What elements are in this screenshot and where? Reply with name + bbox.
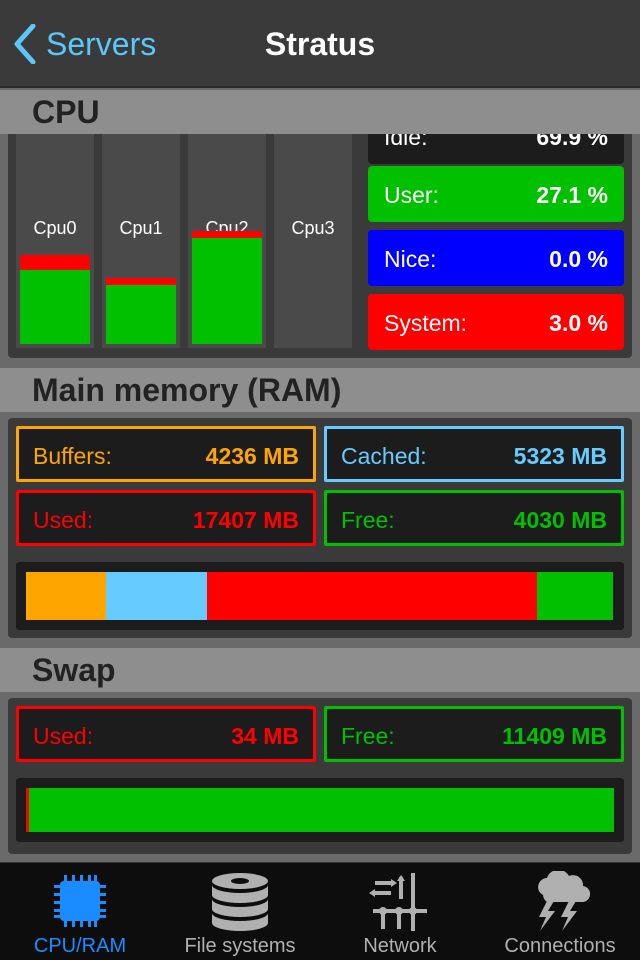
disk-stack-icon [212,873,268,931]
cpu-core-column: Cpu3 [274,132,352,348]
swap-bar-free [29,788,614,832]
free-stat: Free: 4030 MB [324,490,624,546]
cached-label: Cached: [341,443,427,469]
memory-bar-used [207,572,537,620]
tab-network[interactable]: Network [320,863,480,960]
system-stat: System: 3.0 % [368,294,624,350]
nice-value: 0.0 % [549,246,608,272]
tab-label: File systems [184,935,296,957]
system-value: 3.0 % [549,310,608,336]
free-value: 4030 MB [513,507,607,533]
cpu-core-label: Cpu3 [291,218,335,238]
cpu-core-bar-system [106,278,176,285]
free-label: Free: [341,507,395,533]
tab-label: Network [363,935,437,957]
system-label: System: [384,310,468,336]
swap-used-stat: Used: 34 MB [16,706,316,762]
cpu-panel: Cpu0 Cpu1 Cpu2 Cpu3 Idle: 69.9 % User: 2… [8,108,632,358]
swap-free-stat: Free: 11409 MB [324,706,624,762]
memory-section-header: Main memory (RAM) [0,368,640,412]
memory-bar-buffers [26,572,106,620]
cached-stat: Cached: 5323 MB [324,426,624,482]
used-stat: Used: 17407 MB [16,490,316,546]
cpu-core-column: Cpu1 [102,132,180,348]
nice-label: Nice: [384,246,437,272]
tab-file-systems[interactable]: File systems [160,863,320,960]
page-title: Stratus [264,26,376,62]
network-icon [369,873,427,931]
buffers-stat: Buffers: 4236 MB [16,426,316,482]
used-label: Used: [33,507,94,533]
memory-panel: Buffers: 4236 MB Cached: 5323 MB Used: 1… [8,418,632,638]
cpu-core-bar [20,255,90,344]
swap-used-label: Used: [33,723,94,749]
nav-bar: Servers Stratus [0,0,640,88]
cpu-core-bar [192,231,262,344]
cpu-core-bar-system [20,255,90,270]
memory-bar-cached [106,572,207,620]
user-stat: User: 27.1 % [368,166,624,222]
memory-usage-bar [16,562,624,630]
swap-free-value: 11409 MB [502,723,607,749]
cpu-core-column: Cpu0 [16,132,94,348]
tab-label: CPU/RAM [33,935,127,957]
cpu-core-label: Cpu1 [119,218,163,238]
user-label: User: [384,182,439,208]
chip-icon [54,875,106,927]
buffers-value: 4236 MB [205,443,299,469]
swap-free-label: Free: [341,723,395,749]
swap-usage-bar [16,778,624,842]
cached-value: 5323 MB [513,443,607,469]
cpu-core-bar-system [192,231,262,238]
tab-label: Connections [504,935,616,957]
nice-stat: Nice: 0.0 % [368,230,624,286]
swap-section-header: Swap [0,648,640,692]
cpu-core-column: Cpu2 [188,132,266,348]
cpu-section-header-overlay: CPU [0,90,640,134]
screen: Servers Stratus CPU Cpu0 Cpu1 Cpu2 Cpu3 … [0,0,640,960]
buffers-label: Buffers: [33,443,112,469]
cpu-core-bar [106,278,176,344]
cloud-lightning-icon [538,871,591,931]
swap-panel: Used: 34 MB Free: 11409 MB [8,698,632,854]
user-value: 27.1 % [536,182,608,208]
tab-connections[interactable]: Connections [480,863,640,960]
used-value: 17407 MB [192,507,299,533]
memory-bar-free [537,572,613,620]
swap-used-value: 34 MB [231,723,299,749]
tab-cpu-ram[interactable]: CPU/RAM [0,863,160,960]
tab-bar: CPU/RAM File systems Network Connections [0,862,640,960]
cpu-core-label: Cpu0 [33,218,77,238]
